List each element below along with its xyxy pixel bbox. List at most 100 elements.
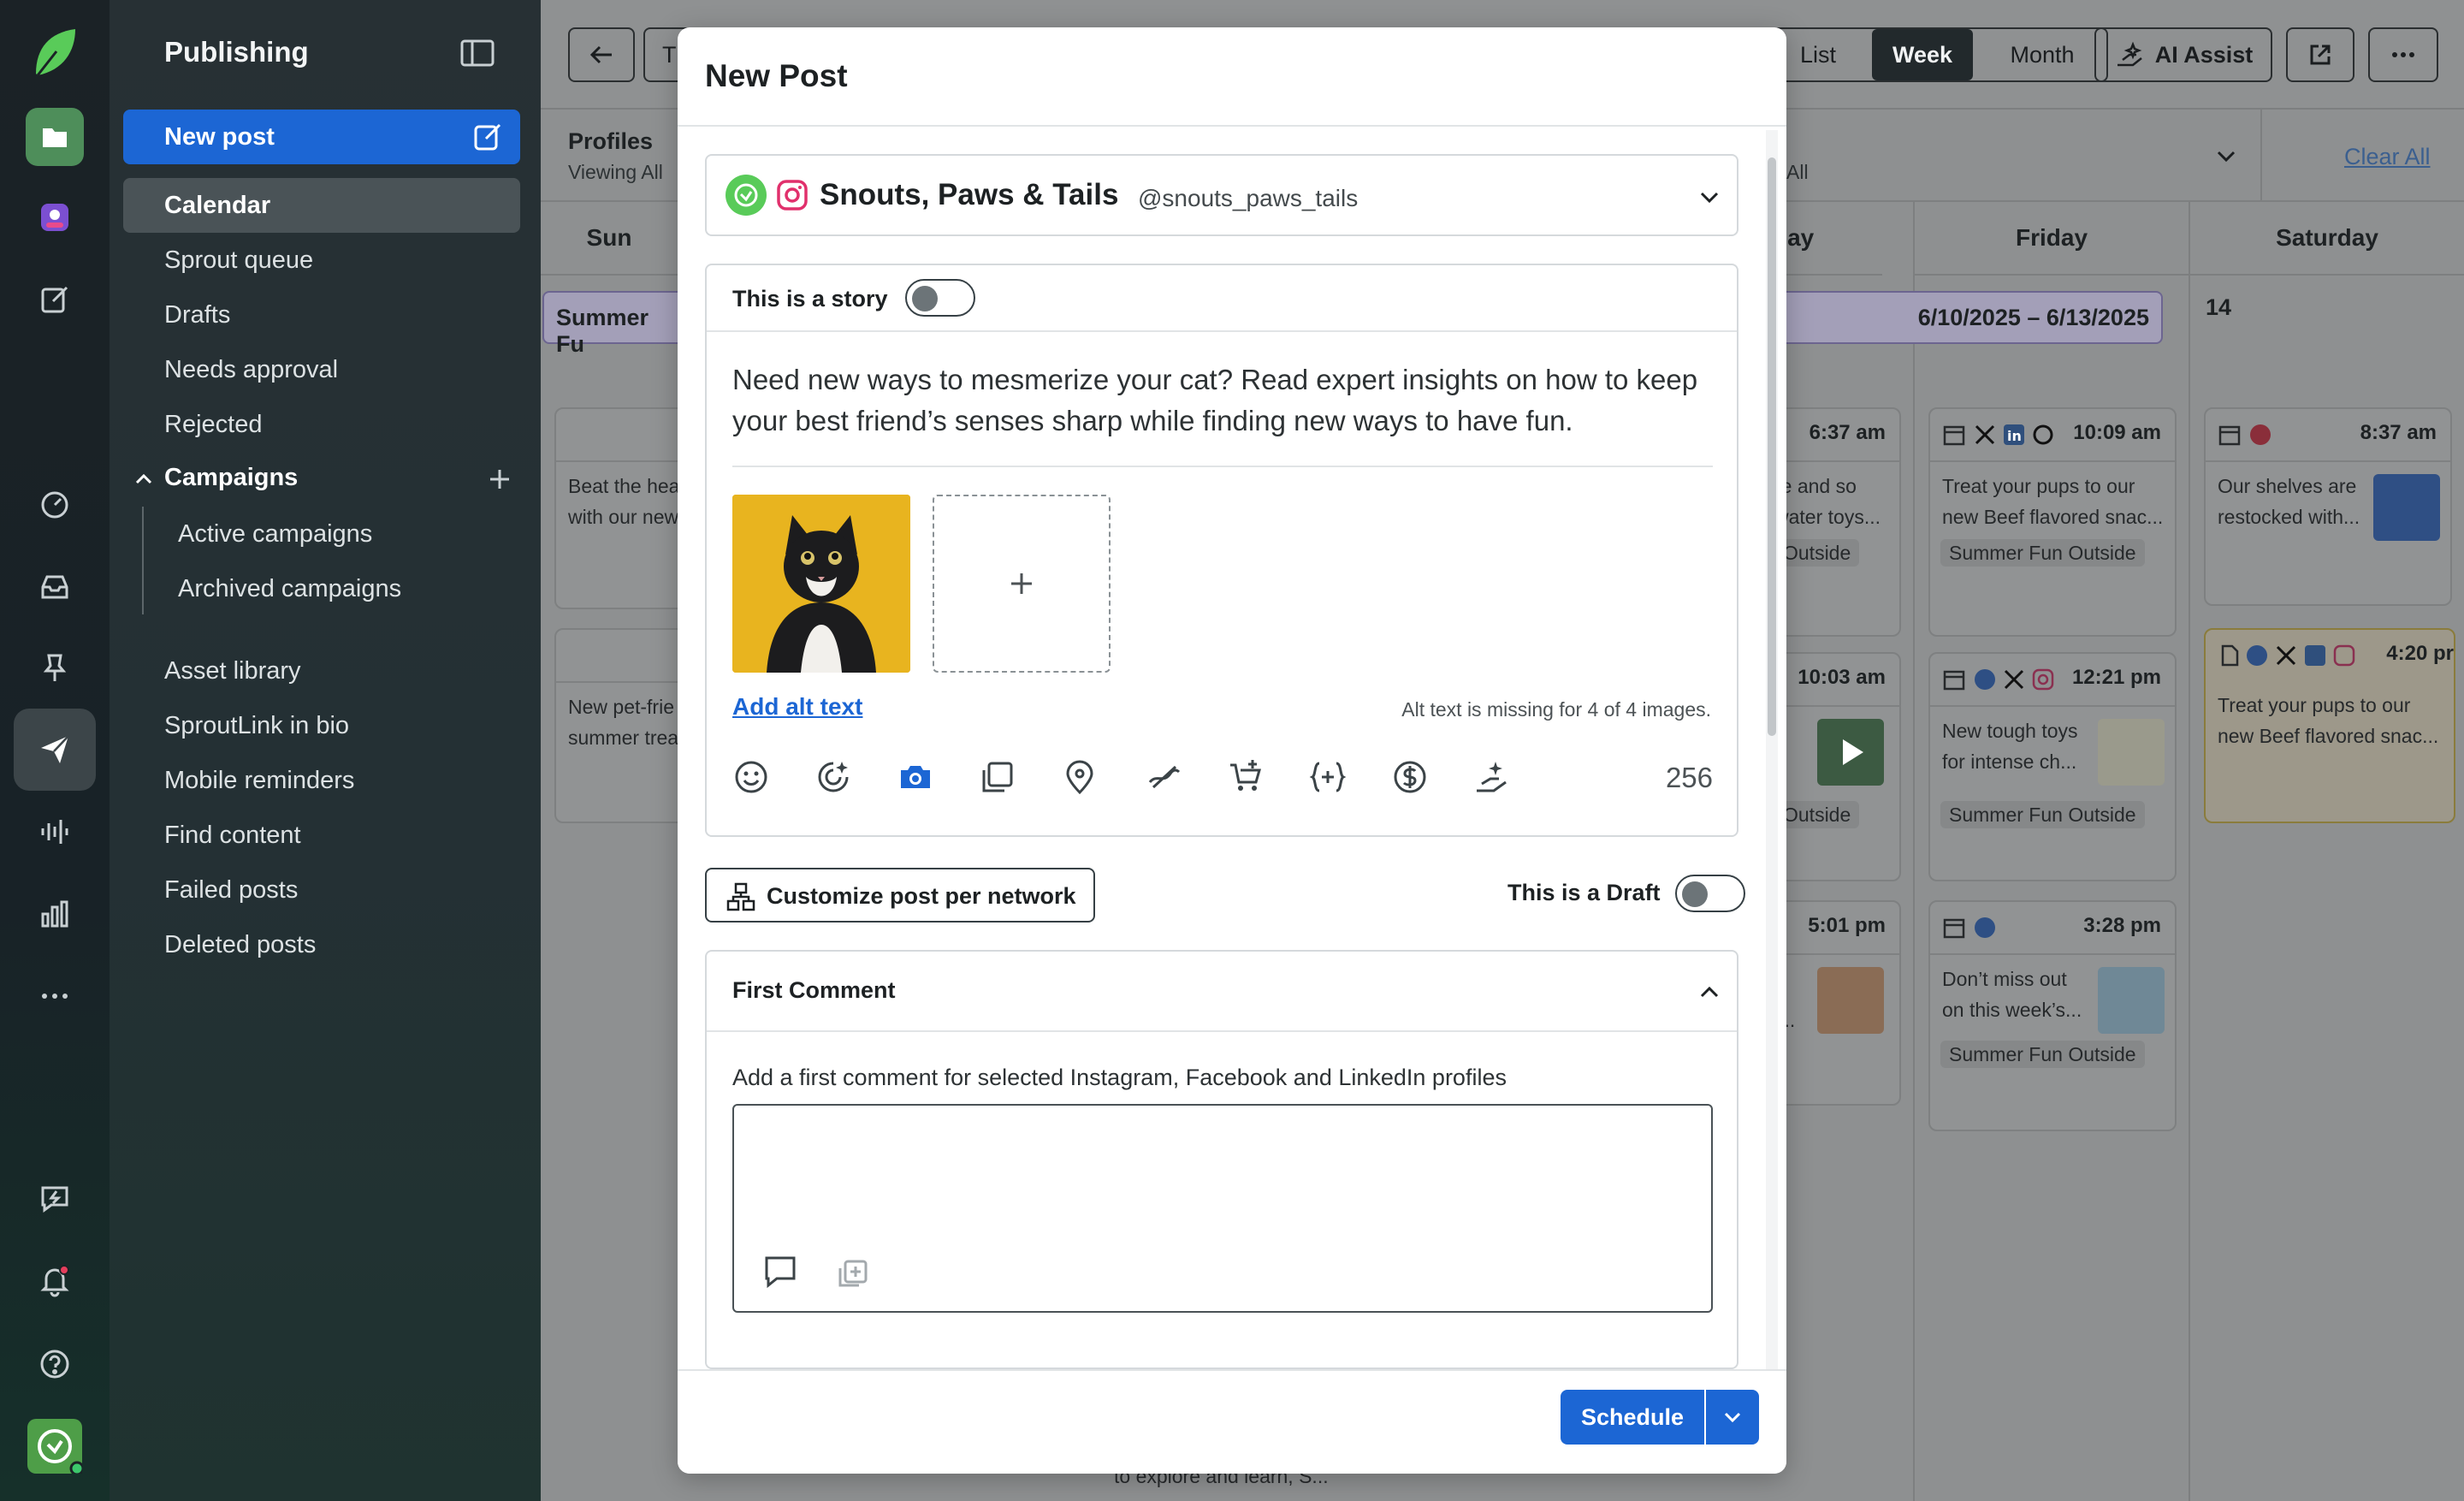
draft-label: This is a Draft [1507, 880, 1661, 905]
sprout-logo-icon[interactable] [31, 26, 79, 79]
dashboard-icon[interactable] [26, 476, 84, 534]
nav-item-drafts[interactable]: Drafts [164, 301, 230, 329]
pin-icon[interactable] [26, 638, 84, 697]
open-external-button[interactable] [2286, 27, 2354, 82]
bell-icon[interactable] [26, 1251, 84, 1309]
post-card[interactable]: New pet-frie summer trea [554, 628, 691, 823]
card-divider [2206, 460, 2450, 462]
nav-item-mobile-reminders[interactable]: Mobile reminders [164, 767, 354, 795]
schedule-options-button[interactable] [1706, 1390, 1759, 1445]
campaign-bar-right[interactable]: 6/10/2025 – 6/13/2025 [1773, 291, 2163, 344]
scrollbar-thumb[interactable] [1768, 157, 1776, 736]
post-card[interactable]: 6:37 am re and so water toys... Outside [1773, 407, 1901, 637]
camera-icon[interactable] [897, 758, 934, 796]
location-icon[interactable] [1061, 758, 1099, 796]
new-post-button[interactable]: New post [123, 110, 520, 164]
x-icon [2004, 669, 2024, 690]
nav-item-archived-campaigns[interactable]: Archived campaigns [178, 575, 401, 603]
comment-icon[interactable] [761, 1253, 799, 1290]
ai-hand-icon[interactable] [1473, 758, 1511, 796]
campaign-bar-left[interactable]: Summer Fu [542, 291, 679, 357]
nav-item-deleted-posts[interactable]: Deleted posts [164, 931, 316, 959]
listening-icon[interactable] [26, 803, 84, 861]
send-icon[interactable] [14, 709, 96, 791]
draft-toggle[interactable] [1675, 875, 1745, 912]
product-tag-icon[interactable] [1227, 758, 1265, 796]
campaigns-section-header[interactable]: Campaigns [133, 464, 510, 495]
compose-icon[interactable] [26, 270, 84, 329]
emoji-icon[interactable] [732, 758, 770, 796]
network-tree-icon [726, 882, 755, 911]
gallery-icon[interactable] [979, 758, 1016, 796]
chevron-down-icon[interactable] [2214, 144, 2238, 168]
clear-all-link[interactable]: Clear All [2344, 144, 2431, 170]
post-card[interactable]: Beat the hea with our new [554, 407, 691, 609]
help-icon[interactable] [26, 1335, 84, 1393]
first-comment-input[interactable] [732, 1104, 1713, 1313]
nav-item-calendar-label: Calendar [164, 192, 271, 219]
day-header-friday: Friday [1915, 202, 2189, 276]
schedule-button[interactable]: Schedule [1561, 1390, 1704, 1445]
attached-image-cat[interactable] [732, 495, 910, 673]
nav-item-needs-approval[interactable]: Needs approval [164, 356, 338, 384]
view-week[interactable]: Week [1872, 29, 1973, 80]
filter-all-value: All [1786, 161, 1809, 183]
add-media-button[interactable] [933, 495, 1111, 673]
folder-icon[interactable] [26, 108, 84, 166]
post-card[interactable]: 3:28 pm Don’t miss out on this week’s... … [1928, 900, 2177, 1131]
app-rail [0, 0, 110, 1501]
nav-item-find-content[interactable]: Find content [164, 822, 301, 850]
nav-item-rejected[interactable]: Rejected [164, 411, 262, 439]
post-card[interactable]: 8:37 am Our shelves are restocked with... [2204, 407, 2452, 606]
nav-item-sprout-queue[interactable]: Sprout queue [164, 246, 313, 275]
more-options-button[interactable] [2368, 27, 2438, 82]
brand-avatar[interactable] [27, 1419, 82, 1474]
nav-item-failed-posts[interactable]: Failed posts [164, 876, 298, 905]
post-time: 4:20 pr [2386, 642, 2454, 665]
variable-icon[interactable] [1309, 758, 1347, 796]
modal-header: New Post [678, 27, 1786, 127]
composer-toolbar: 256 [732, 753, 1713, 801]
inbox-icon[interactable] [26, 558, 84, 616]
post-card-highlighted[interactable]: 4:20 pr Treat your pups to our new Beef f… [2204, 628, 2455, 823]
post-composer: This is a story Need new ways to mesmeri… [705, 264, 1738, 837]
view-month[interactable]: Month [1978, 29, 2106, 80]
first-comment-header[interactable]: First Comment [707, 952, 1737, 1032]
calendar-icon [2218, 425, 2241, 446]
profiles-filter-label[interactable]: Profiles [568, 128, 653, 155]
profile-app-icon[interactable] [26, 188, 84, 246]
more-icon[interactable] [26, 967, 84, 1025]
chevron-down-icon [1724, 1412, 1741, 1423]
profile-selector[interactable]: Snouts, Paws & Tails @snouts_paws_tails [705, 154, 1738, 236]
customize-label: Customize post per network [767, 883, 1076, 909]
x-icon [2276, 645, 2296, 666]
post-text-input[interactable]: Need new ways to mesmerize your cat? Rea… [732, 359, 1699, 442]
post-card[interactable]: 10:03 am Outside [1773, 652, 1901, 881]
nav-item-sproutlink[interactable]: SproutLink in bio [164, 712, 349, 740]
instagram-icon [777, 180, 808, 211]
chevron-up-icon [135, 473, 152, 484]
reports-icon[interactable] [26, 885, 84, 943]
feedback-icon[interactable] [26, 1169, 84, 1227]
ai-assist-icon[interactable] [814, 758, 852, 796]
post-card[interactable]: 5:01 pm i... [1773, 900, 1901, 1106]
composer-divider [732, 466, 1713, 467]
story-toggle[interactable] [905, 279, 975, 317]
post-card[interactable]: in 10:09 am Treat your pups to our new Be… [1928, 407, 2177, 637]
campaign-bar-left-label: Summer Fu [556, 305, 649, 357]
back-button[interactable] [568, 27, 635, 82]
ai-assist-button[interactable]: AI Assist [2094, 27, 2272, 82]
modal-scrollbar[interactable] [1766, 130, 1778, 1371]
nav-item-calendar[interactable]: Calendar [123, 178, 520, 233]
card-divider [1774, 460, 1899, 462]
dollar-icon[interactable] [1391, 758, 1429, 796]
sidebar-toggle-icon[interactable] [460, 39, 495, 67]
add-alt-text-link[interactable]: Add alt text [732, 693, 862, 721]
post-card[interactable]: 12:21 pm New tough toys for intense ch...… [1928, 652, 2177, 881]
nav-item-asset-library[interactable]: Asset library [164, 657, 301, 685]
add-campaign-icon[interactable] [488, 467, 512, 491]
link-tracking-icon[interactable] [1145, 758, 1182, 796]
add-media-icon[interactable] [835, 1256, 869, 1290]
nav-item-active-campaigns[interactable]: Active campaigns [178, 520, 372, 549]
customize-per-network-button[interactable]: Customize post per network [705, 868, 1095, 923]
